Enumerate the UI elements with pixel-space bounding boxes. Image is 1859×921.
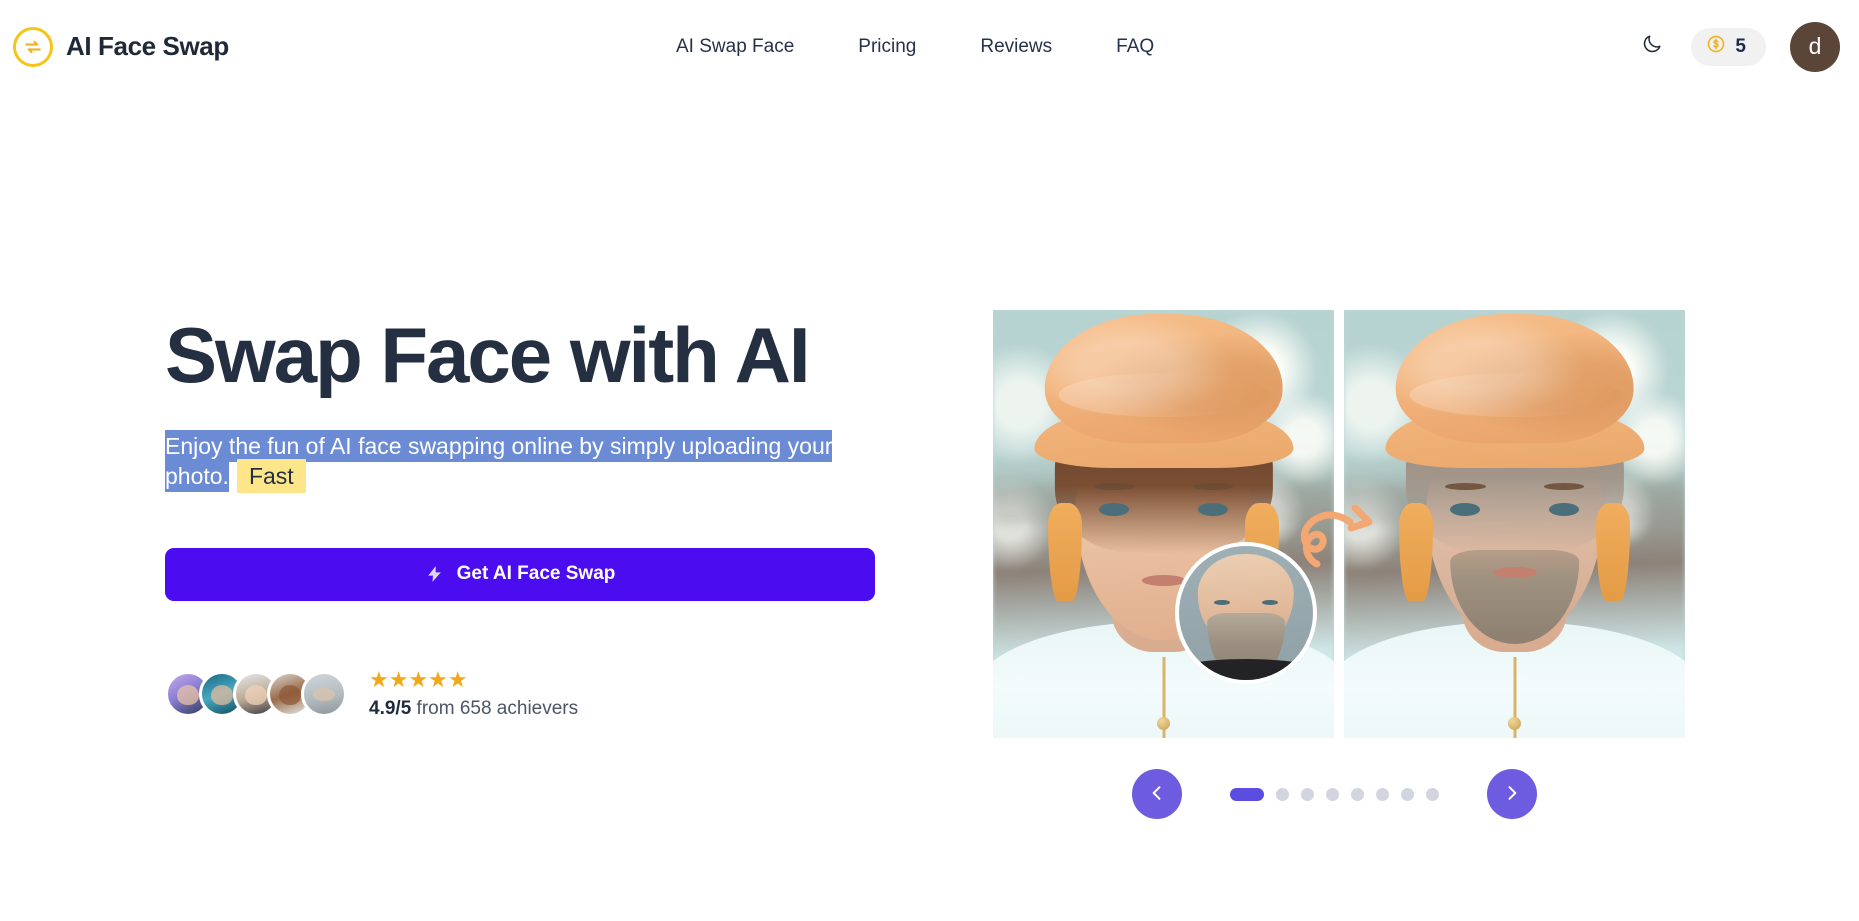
- carousel-dot-4[interactable]: [1325, 787, 1339, 801]
- dollar-coin-icon: [1706, 34, 1726, 59]
- carousel-dot-3[interactable]: [1300, 787, 1314, 801]
- nav-item-pricing[interactable]: Pricing: [826, 28, 948, 66]
- rating-summary: 4.9/5 from 658 achievers: [369, 698, 578, 720]
- carousel-dots: [1229, 787, 1439, 801]
- theme-toggle-button[interactable]: [1630, 25, 1674, 69]
- get-ai-face-swap-button[interactable]: Get AI Face Swap: [165, 547, 875, 601]
- reviewer-avatars: [165, 671, 347, 718]
- page-title: Swap Face with AI: [165, 311, 811, 399]
- credits-badge[interactable]: 5: [1691, 27, 1766, 66]
- carousel-dot-7[interactable]: [1400, 787, 1414, 801]
- hero-section: Swap Face with AI Enjoy the fun of AI fa…: [0, 93, 1859, 921]
- brand-logo-link[interactable]: AI Face Swap: [13, 26, 229, 67]
- swap-arrows-circle-icon: [13, 26, 53, 67]
- carousel-controls: [993, 769, 1675, 819]
- chevron-left-icon: [1147, 783, 1167, 806]
- carousel-dot-2[interactable]: [1275, 787, 1289, 801]
- header-actions: 5 d: [1630, 21, 1840, 72]
- reviewer-avatar: [301, 671, 347, 718]
- carousel-dot-8[interactable]: [1425, 787, 1439, 801]
- star-rating-icons: ★★★★★: [369, 666, 468, 692]
- chevron-right-icon: [1502, 783, 1522, 806]
- hero-copy: Swap Face with AI Enjoy the fun of AI fa…: [165, 311, 885, 720]
- carousel-prev-button[interactable]: [1131, 769, 1182, 819]
- rating-count-text: from 658 achievers: [416, 697, 579, 719]
- after-image: [1344, 310, 1685, 738]
- site-header: AI Face Swap AI Swap Face Pricing Review…: [0, 0, 1859, 93]
- hero-showcase: [993, 310, 1685, 819]
- carousel-next-button[interactable]: [1486, 769, 1537, 819]
- user-avatar[interactable]: d: [1790, 21, 1840, 72]
- rating-score: 4.9/5: [369, 697, 412, 719]
- social-proof: ★★★★★ 4.9/5 from 658 achievers: [165, 666, 885, 720]
- main-navigation: AI Swap Face Pricing Reviews FAQ: [676, 28, 1186, 66]
- carousel-dot-5[interactable]: [1350, 787, 1364, 801]
- carousel-dot-1[interactable]: [1229, 787, 1264, 801]
- nav-item-faq[interactable]: FAQ: [1084, 28, 1186, 66]
- lightning-bolt-icon: [425, 563, 444, 585]
- brand-name: AI Face Swap: [66, 31, 229, 61]
- cta-label: Get AI Face Swap: [456, 563, 616, 585]
- carousel-dot-6[interactable]: [1375, 787, 1389, 801]
- source-face-inset: [1175, 542, 1317, 684]
- rating-block: ★★★★★ 4.9/5 from 658 achievers: [369, 666, 578, 720]
- face-swap-demo: [993, 310, 1685, 738]
- credits-count: 5: [1735, 35, 1746, 57]
- hero-subtitle-highlight: Fast: [236, 459, 306, 494]
- nav-item-reviews[interactable]: Reviews: [948, 28, 1084, 66]
- moon-icon: [1641, 33, 1663, 60]
- hero-subtitle: Enjoy the fun of AI face swapping online…: [165, 429, 877, 494]
- nav-item-ai-swap-face[interactable]: AI Swap Face: [676, 28, 826, 66]
